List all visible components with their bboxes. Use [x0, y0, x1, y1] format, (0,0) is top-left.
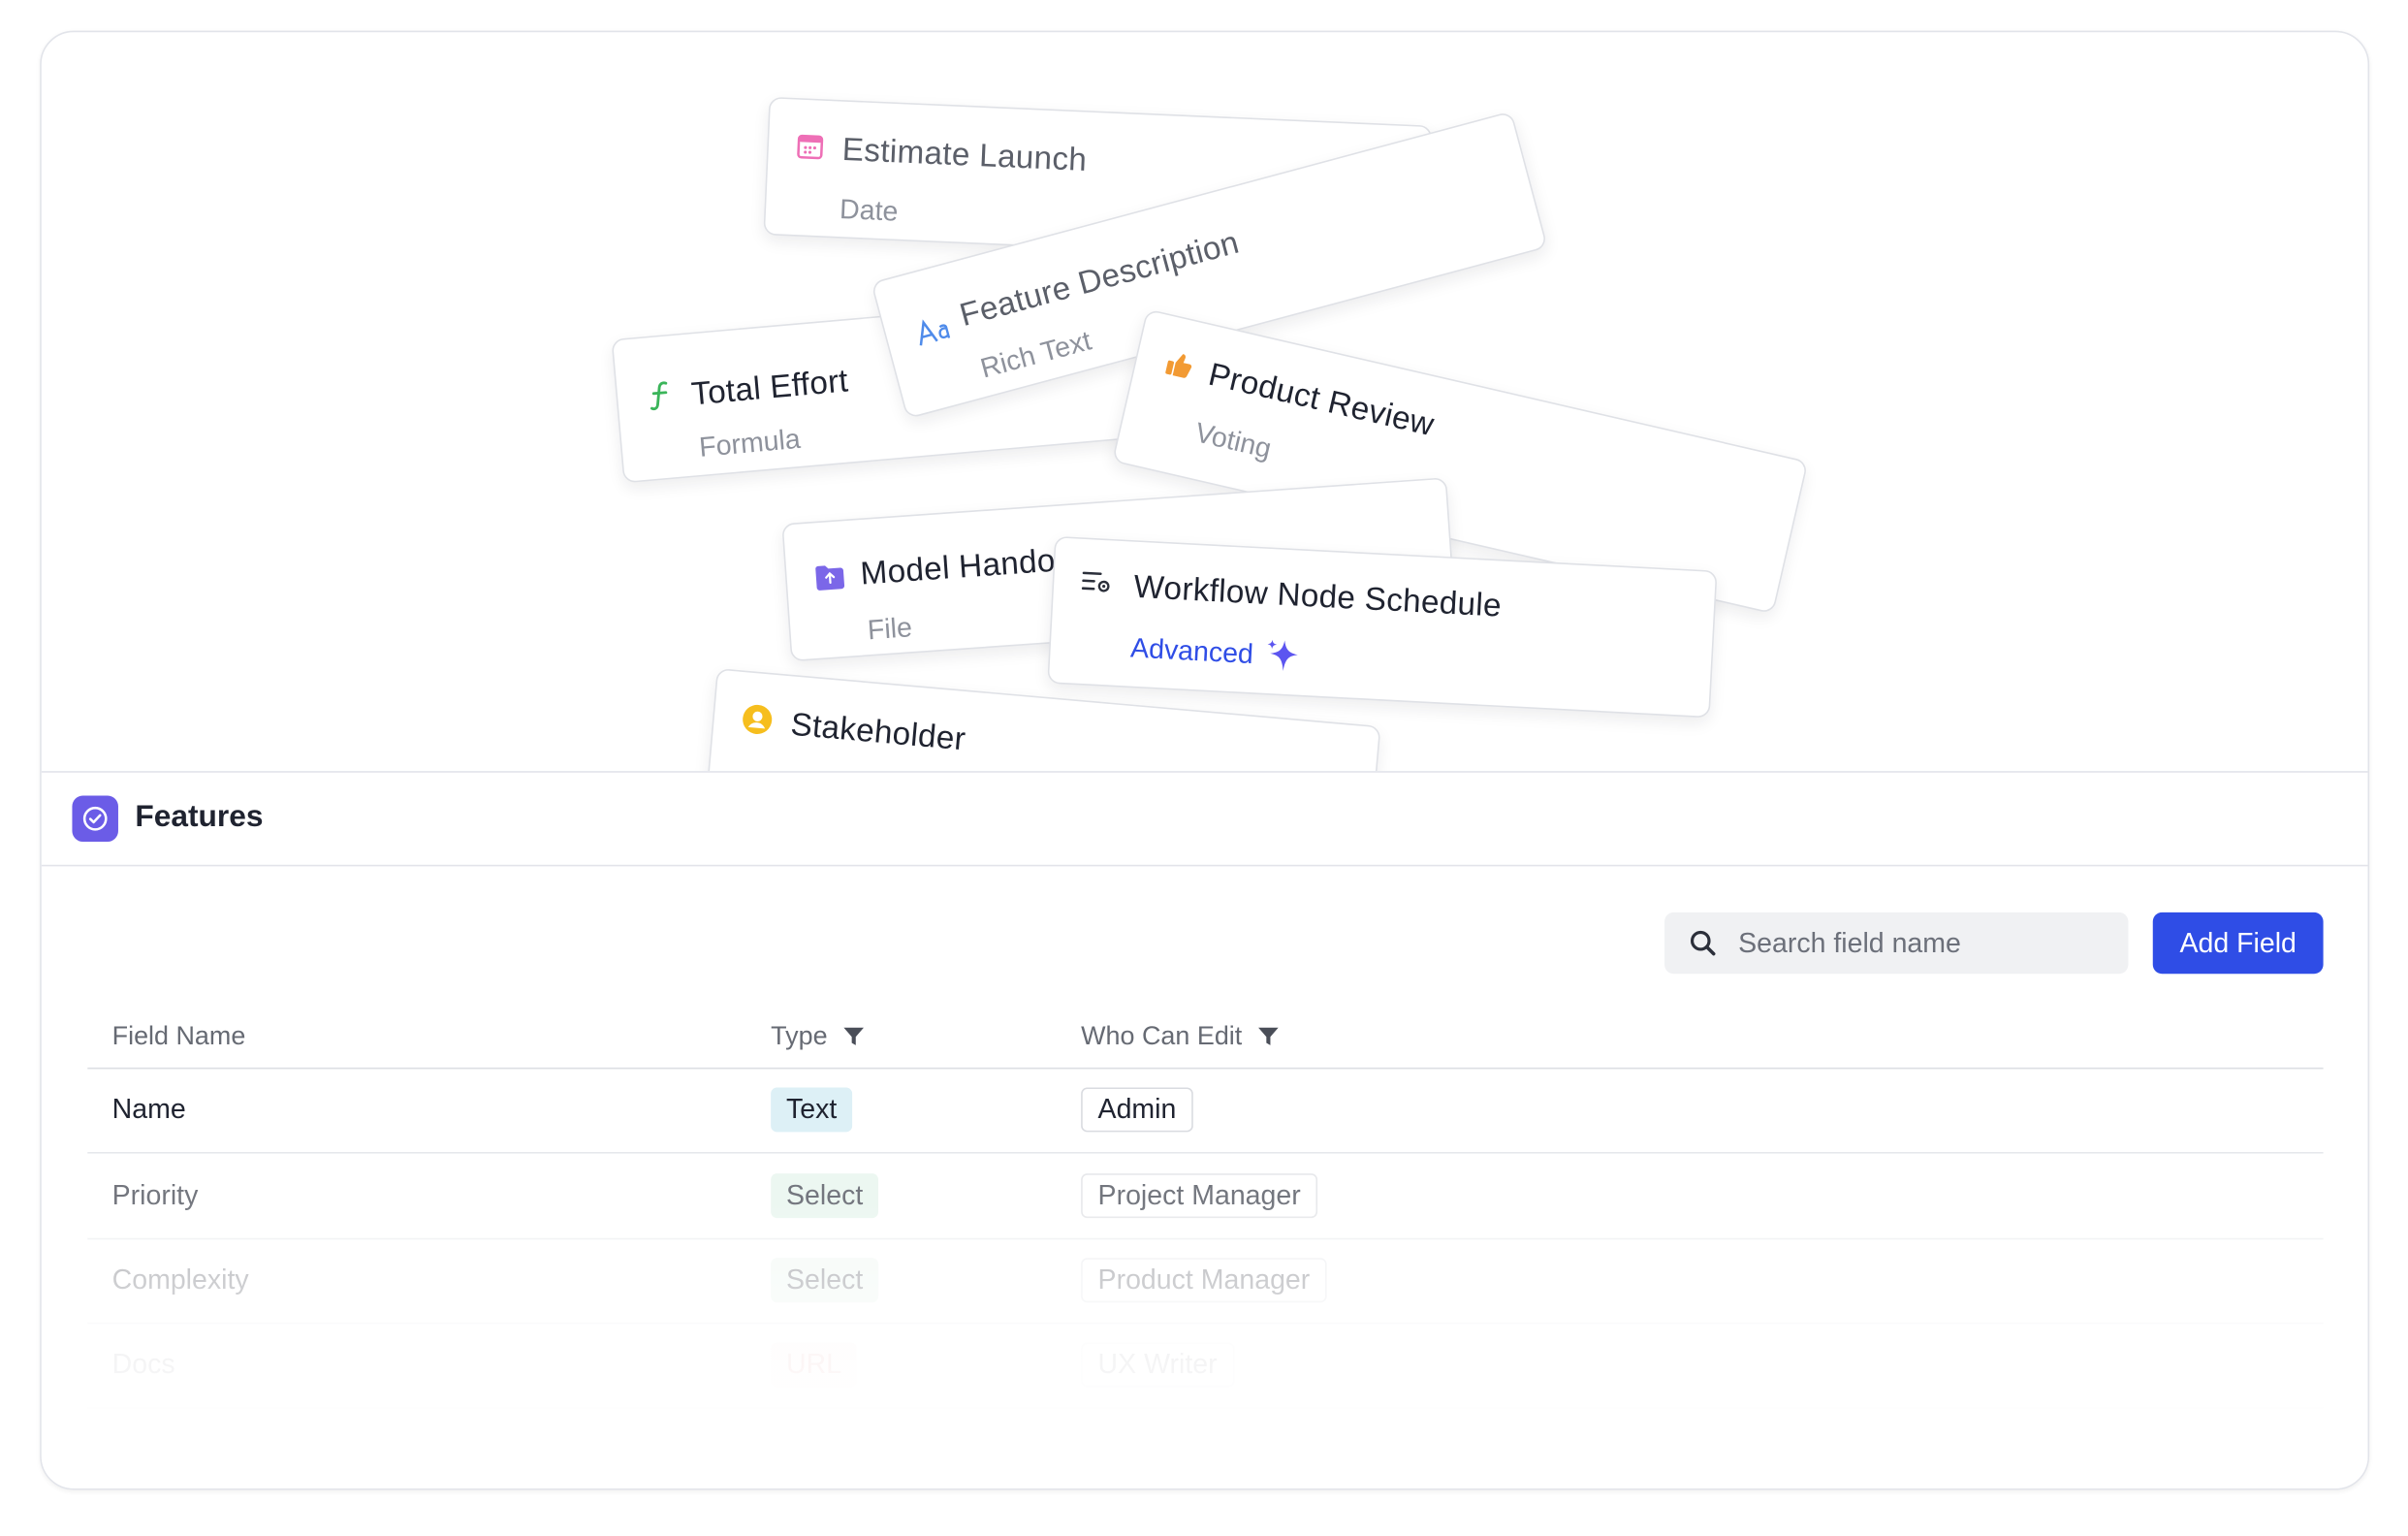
app-frame: Estimate Launch Date Total Effort Formul… — [40, 30, 2370, 1490]
card-subtitle: Date — [839, 193, 900, 227]
column-type: Type — [771, 1021, 864, 1052]
field-name-cell: Name — [111, 1093, 186, 1125]
check-circle-icon — [72, 795, 118, 843]
column-field-name: Field Name — [112, 1021, 246, 1052]
role-tag: Admin — [1081, 1087, 1193, 1133]
field-name-cell: Complexity — [111, 1264, 249, 1296]
thumbs-up-icon — [1161, 347, 1198, 384]
card-title: Stakeholder — [789, 707, 967, 758]
sparkle-icon — [1267, 639, 1298, 672]
search-input[interactable] — [1734, 925, 2110, 961]
table-row[interactable]: Docs URL UX Writer — [87, 1323, 2324, 1409]
card-subtitle: Advanced — [1129, 631, 1254, 669]
column-label: Who Can Edit — [1081, 1021, 1243, 1051]
scene: Estimate Launch Date Total Effort Formul… — [0, 0, 2408, 1536]
field-type-cards: Estimate Launch Date Total Effort Formul… — [42, 32, 2368, 772]
type-tag: Text — [771, 1087, 853, 1133]
card-title: Total Effort — [689, 363, 850, 413]
type-tag: Select — [771, 1258, 879, 1303]
field-name-cell: Priority — [111, 1179, 199, 1211]
calendar-icon — [794, 130, 826, 162]
filter-icon[interactable] — [842, 1026, 864, 1047]
text-format-icon — [911, 310, 958, 350]
card-subtitle: File — [866, 611, 913, 646]
table-row[interactable]: Name Text Admin — [87, 1068, 2324, 1154]
type-tag: URL — [771, 1342, 857, 1388]
field-name-cell: Docs — [111, 1348, 175, 1380]
formula-icon — [644, 378, 677, 411]
workflow-settings-icon — [1081, 566, 1113, 598]
column-label: Field Name — [111, 1021, 246, 1051]
card-title: Estimate Launch — [841, 132, 1088, 178]
role-tag: Product Manager — [1081, 1258, 1327, 1303]
card-title: Workflow Node Schedule — [1132, 569, 1503, 624]
person-icon — [741, 703, 774, 736]
file-folder-icon — [813, 560, 846, 593]
advanced-label: Advanced — [1129, 631, 1300, 674]
role-tag: UX Writer — [1081, 1342, 1235, 1388]
search-icon — [1689, 928, 1720, 959]
type-tag: Select — [771, 1173, 879, 1219]
column-label: Type — [771, 1021, 828, 1051]
card-subtitle: Voting — [1192, 416, 1275, 464]
features-header: Features — [41, 771, 2368, 867]
table-row[interactable]: Complexity Select Product Manager — [87, 1238, 2324, 1325]
card-subtitle: Formula — [697, 423, 802, 464]
card-title: Model Handoff — [859, 541, 1075, 592]
search-field[interactable] — [1664, 912, 2129, 975]
table-row[interactable]: Priority Select Project Manager — [87, 1154, 2324, 1240]
column-who-can-edit: Who Can Edit — [1081, 1021, 1279, 1052]
add-field-button[interactable]: Add Field — [2152, 912, 2324, 975]
page-title: Features — [135, 800, 264, 835]
table-header: Field Name Type Who Can Edit — [87, 1007, 2324, 1070]
role-tag: Project Manager — [1081, 1173, 1318, 1219]
filter-icon[interactable] — [1257, 1026, 1279, 1047]
